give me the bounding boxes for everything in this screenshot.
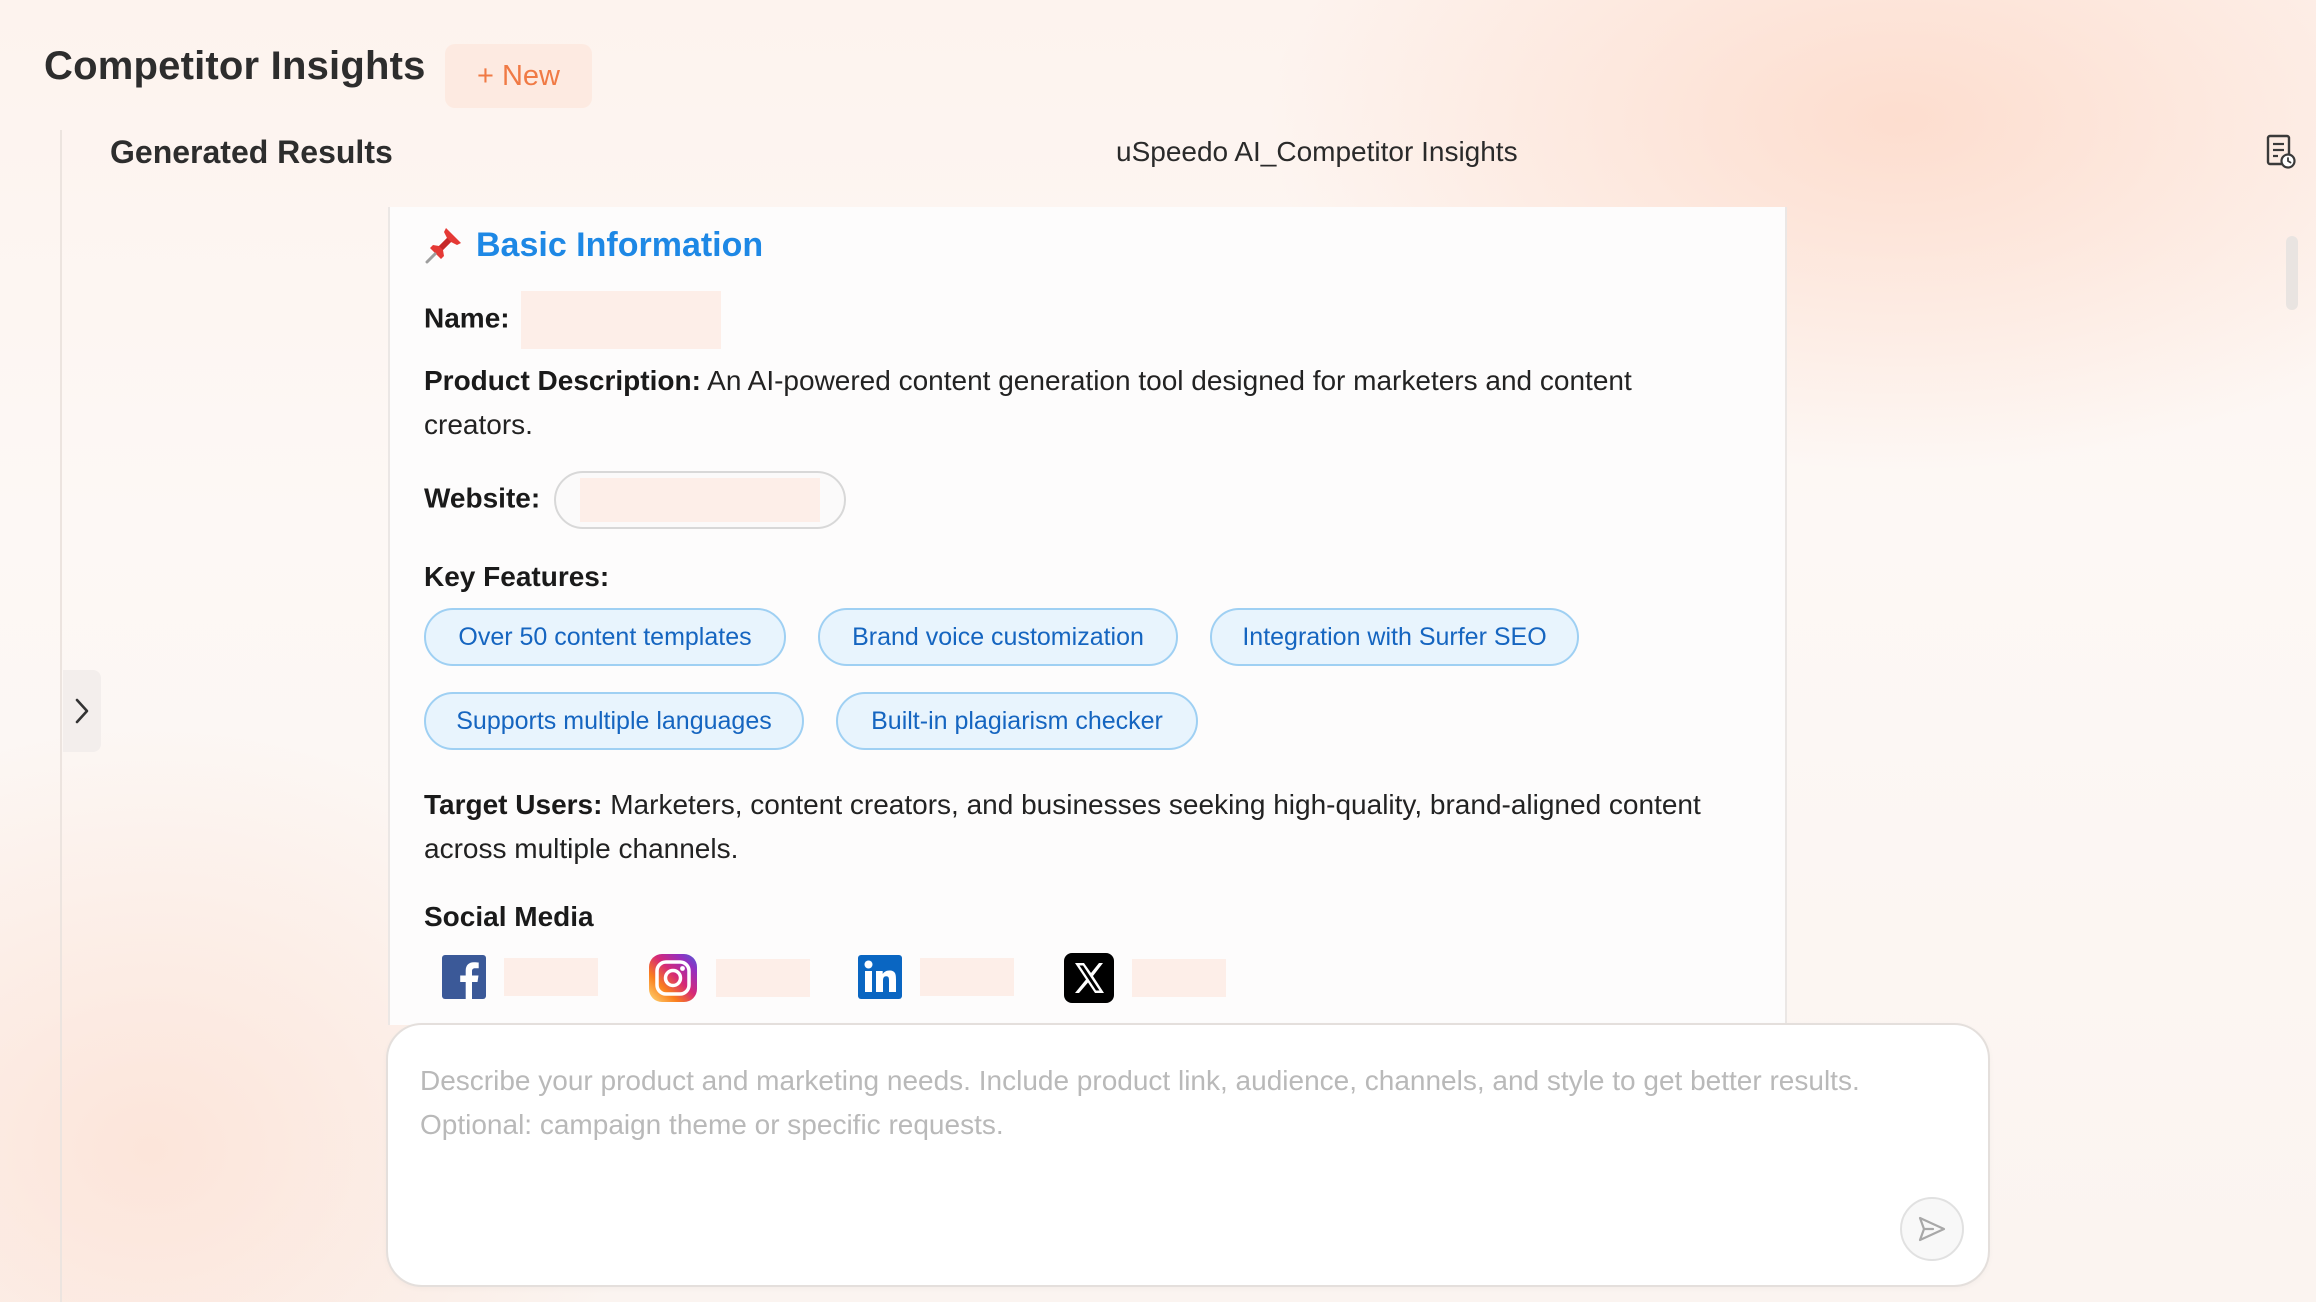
section-title: Generated Results <box>110 134 393 170</box>
social-media-label: Social Media <box>424 895 594 939</box>
send-button[interactable] <box>1900 1197 1964 1261</box>
basic-information-heading: Basic Information <box>424 225 763 265</box>
key-features-label-text: Key Features: <box>424 561 610 592</box>
target-users-label: Target Users: <box>424 789 603 820</box>
instagram-icon <box>649 954 697 1002</box>
instagram-handle-redacted <box>716 959 810 997</box>
document-history-icon[interactable] <box>2266 134 2296 170</box>
instagram-link[interactable] <box>648 953 810 1003</box>
linkedin-icon <box>858 955 902 999</box>
name-value-redacted <box>521 291 722 349</box>
chevron-right-icon <box>75 698 89 724</box>
website-link[interactable] <box>553 471 846 529</box>
new-button[interactable]: + New <box>445 44 592 108</box>
social-media-label-text: Social Media <box>424 901 594 932</box>
x-handle-redacted <box>1132 959 1226 997</box>
feature-chip[interactable]: Supports multiple languages <box>424 692 804 750</box>
send-icon <box>1918 1216 1946 1242</box>
document-title: uSpeedo AI_Competitor Insights <box>1116 136 1518 167</box>
app-title: Competitor Insights <box>44 44 426 88</box>
scrollbar-thumb[interactable] <box>2286 236 2298 310</box>
facebook-handle-redacted <box>504 958 598 996</box>
description-row: Product Description: An AI-powered conte… <box>424 359 1744 447</box>
feature-chip[interactable]: Over 50 content templates <box>424 608 786 666</box>
plus-icon: + <box>477 59 494 92</box>
key-features-label: Key Features: <box>424 555 609 599</box>
feature-chip[interactable]: Built-in plagiarism checker <box>836 692 1198 750</box>
basic-information-title: Basic Information <box>476 225 764 264</box>
pushpin-icon <box>425 228 461 264</box>
prompt-composer <box>386 1023 1990 1287</box>
website-label: Website: <box>424 482 541 514</box>
report-card: Basic Information Name: Product Descript… <box>388 207 1787 1025</box>
description-label: Product Description: <box>424 365 701 396</box>
sidebar-divider <box>60 130 62 1302</box>
name-row: Name: <box>424 291 722 349</box>
expand-sidebar-button[interactable] <box>63 670 101 752</box>
website-row: Website: <box>424 471 846 529</box>
feature-chip[interactable]: Integration with Surfer SEO <box>1210 608 1579 666</box>
target-users-row: Target Users: Marketers, content creator… <box>424 783 1744 871</box>
website-value-redacted <box>579 478 820 522</box>
linkedin-handle-redacted <box>920 958 1014 996</box>
linkedin-link[interactable] <box>858 955 1014 999</box>
facebook-link[interactable] <box>442 955 598 999</box>
x-icon <box>1064 953 1114 1003</box>
name-label: Name: <box>424 302 510 334</box>
prompt-input[interactable] <box>420 1059 1960 1209</box>
x-link[interactable] <box>1064 953 1226 1003</box>
facebook-icon <box>442 955 486 999</box>
feature-chip[interactable]: Brand voice customization <box>818 608 1178 666</box>
new-button-label: New <box>501 59 560 92</box>
target-users-text: Marketers, content creators, and busines… <box>424 789 1701 864</box>
